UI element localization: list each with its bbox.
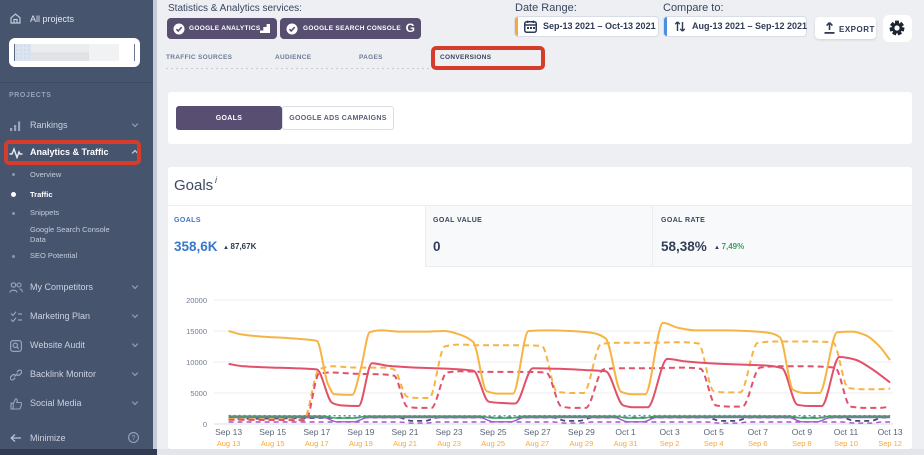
svg-text:Oct 13: Oct 13 <box>878 427 903 437</box>
svg-text:Oct 7: Oct 7 <box>748 427 769 437</box>
svg-text:0: 0 <box>203 420 207 429</box>
svg-text:Oct 11: Oct 11 <box>834 427 859 437</box>
svg-text:Oct 5: Oct 5 <box>704 427 725 437</box>
svg-text:Sep 27: Sep 27 <box>524 427 551 437</box>
svg-text:Aug 29: Aug 29 <box>570 439 594 448</box>
svg-text:Aug 21: Aug 21 <box>393 439 417 448</box>
svg-text:Aug 17: Aug 17 <box>305 439 329 448</box>
svg-text:Sep 17: Sep 17 <box>303 427 330 437</box>
svg-text:Sep 8: Sep 8 <box>792 439 812 448</box>
svg-text:Sep 21: Sep 21 <box>392 427 419 437</box>
svg-text:Oct 9: Oct 9 <box>792 427 813 437</box>
svg-text:Sep 10: Sep 10 <box>834 439 858 448</box>
svg-text:Sep 23: Sep 23 <box>436 427 463 437</box>
svg-text:Oct 3: Oct 3 <box>659 427 680 437</box>
svg-text:Aug 27: Aug 27 <box>525 439 549 448</box>
svg-text:?: ? <box>132 435 136 442</box>
svg-text:Aug 15: Aug 15 <box>261 439 285 448</box>
svg-text:Aug 19: Aug 19 <box>349 439 373 448</box>
svg-text:Oct 1: Oct 1 <box>615 427 636 437</box>
svg-text:Sep 12: Sep 12 <box>878 439 902 448</box>
svg-text:Sep 6: Sep 6 <box>748 439 768 448</box>
svg-text:Sep 13: Sep 13 <box>215 427 242 437</box>
svg-text:Sep 29: Sep 29 <box>568 427 595 437</box>
svg-text:10000: 10000 <box>186 358 207 367</box>
svg-text:Sep 15: Sep 15 <box>259 427 286 437</box>
svg-text:Sep 19: Sep 19 <box>347 427 374 437</box>
svg-text:Aug 31: Aug 31 <box>614 439 638 448</box>
svg-text:Aug 23: Aug 23 <box>437 439 461 448</box>
svg-text:5000: 5000 <box>190 389 207 398</box>
svg-text:Aug 25: Aug 25 <box>481 439 505 448</box>
svg-text:15000: 15000 <box>186 327 207 336</box>
svg-text:Sep 4: Sep 4 <box>704 439 724 448</box>
svg-text:20000: 20000 <box>186 296 207 305</box>
svg-text:Aug 13: Aug 13 <box>217 439 241 448</box>
svg-text:Sep 2: Sep 2 <box>660 439 680 448</box>
svg-text:Sep 25: Sep 25 <box>480 427 507 437</box>
